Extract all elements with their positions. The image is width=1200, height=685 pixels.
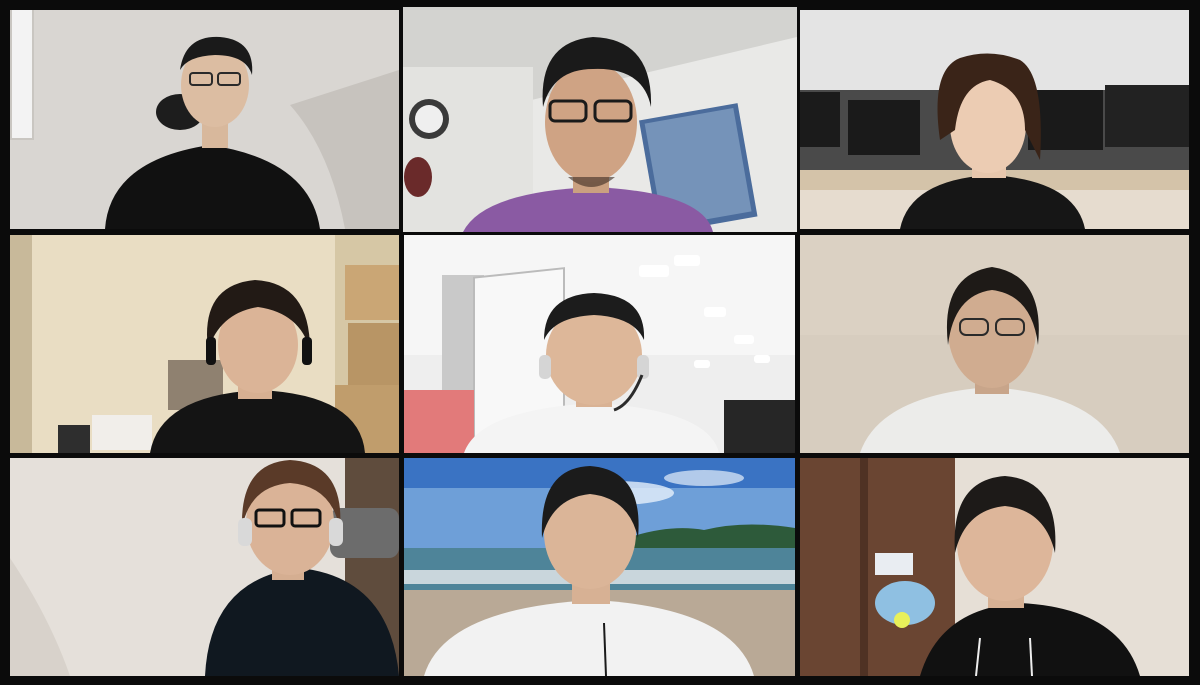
participant-video-tile-6[interactable] xyxy=(800,235,1189,453)
participant-video-tile-2[interactable] xyxy=(403,7,797,232)
participant-video-tile-4[interactable] xyxy=(10,235,399,453)
participant-video-tile-9[interactable] xyxy=(800,458,1189,676)
participant-video-tile-5[interactable] xyxy=(404,235,795,453)
participant-video-5 xyxy=(404,235,795,453)
participant-video-4 xyxy=(10,235,399,453)
participant-video-tile-1[interactable] xyxy=(10,10,399,229)
participant-video-7 xyxy=(10,458,399,676)
participant-video-6 xyxy=(800,235,1189,453)
participant-video-2 xyxy=(403,7,797,232)
participant-video-tile-7[interactable] xyxy=(10,458,399,676)
participant-video-9 xyxy=(800,458,1189,676)
participant-video-3 xyxy=(800,10,1189,229)
participant-video-8 xyxy=(404,458,795,676)
participant-video-tile-8[interactable] xyxy=(404,458,795,676)
participant-video-1 xyxy=(10,10,399,229)
participant-video-tile-3[interactable] xyxy=(800,10,1189,229)
video-gallery-grid xyxy=(0,0,1200,685)
